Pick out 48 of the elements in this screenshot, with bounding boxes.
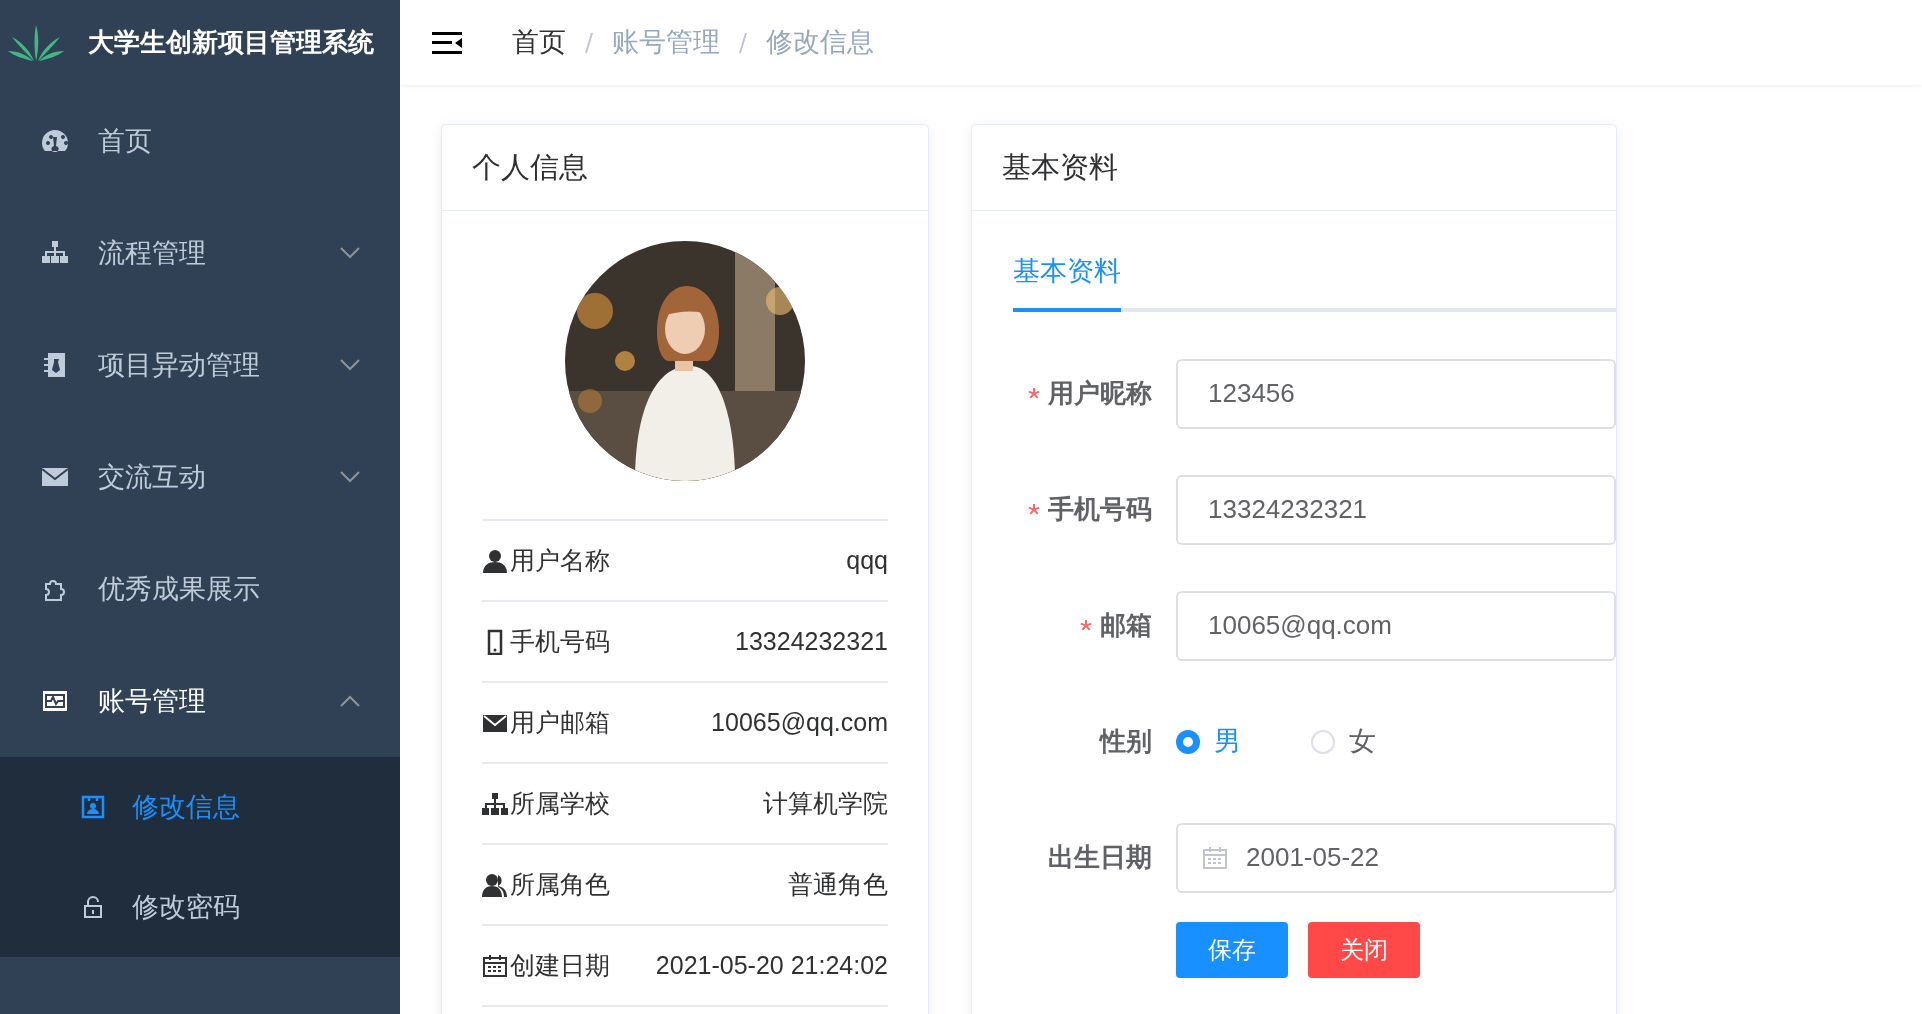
input-field[interactable]: 13324232321	[1176, 474, 1616, 545]
breadcrumb-item: 修改信息	[766, 26, 874, 60]
field-label: 手机号码	[1048, 493, 1152, 526]
date-field[interactable]: 2001-05-22	[1176, 822, 1616, 893]
info-label: 创建日期	[510, 949, 610, 981]
info-label: 所属学校	[510, 787, 610, 819]
sitemap-icon	[482, 790, 508, 817]
save-button[interactable]: 保存	[1176, 921, 1288, 978]
menu-item[interactable]: 首页	[0, 85, 400, 197]
info-value: 普通角色	[788, 868, 888, 900]
breadcrumb-item[interactable]: 首页	[512, 22, 566, 63]
info-value: 计算机学院	[763, 787, 888, 819]
info-value: 13324232321	[735, 625, 888, 657]
menu-item[interactable]: 项目异动管理	[0, 309, 400, 421]
radio-option[interactable]: 女	[1311, 721, 1376, 762]
info-label: 用户邮箱	[510, 706, 610, 738]
info-label: 所属角色	[510, 868, 610, 900]
submenu-item[interactable]: 修改信息	[0, 757, 400, 857]
menu-icon[interactable]	[432, 30, 462, 55]
field-label: 邮箱	[1100, 609, 1152, 642]
menu-item[interactable]: 账号管理	[0, 645, 400, 757]
field-label: 出生日期	[1048, 841, 1152, 874]
info-value: 10065@qq.com	[711, 706, 888, 738]
badge-icon	[80, 794, 106, 820]
field-label: 用户昵称	[1048, 377, 1152, 410]
menu-item[interactable]: 交流互动	[0, 421, 400, 533]
input-field[interactable]: 123456	[1176, 358, 1616, 429]
users-icon	[482, 871, 508, 898]
user-icon	[482, 547, 508, 574]
field-label: 性别	[1100, 725, 1152, 758]
info-value: qqq	[846, 544, 888, 576]
info-label: 用户名称	[510, 544, 610, 576]
separator-icon	[584, 31, 594, 54]
input-field[interactable]: 10065@qq.com	[1176, 590, 1616, 661]
separator-icon	[738, 31, 748, 54]
card-title: 个人信息	[472, 149, 588, 185]
menu-item[interactable]: 流程管理	[0, 197, 400, 309]
calendar-icon	[482, 952, 508, 979]
info-label: 手机号码	[510, 625, 610, 657]
card-title: 基本资料	[1002, 149, 1118, 185]
info-value: 2021-05-20 21:24:02	[655, 949, 888, 981]
app-title: 大学生创新项目管理系统	[88, 26, 374, 59]
tab[interactable]: 基本资料	[1013, 251, 1121, 312]
radio-option[interactable]: 男	[1176, 721, 1241, 762]
breadcrumb-item: 账号管理	[612, 26, 720, 60]
close-button[interactable]: 关闭	[1308, 921, 1420, 978]
menu-item[interactable]: 优秀成果展示	[0, 533, 400, 645]
submenu-item[interactable]: 修改密码	[0, 857, 400, 957]
